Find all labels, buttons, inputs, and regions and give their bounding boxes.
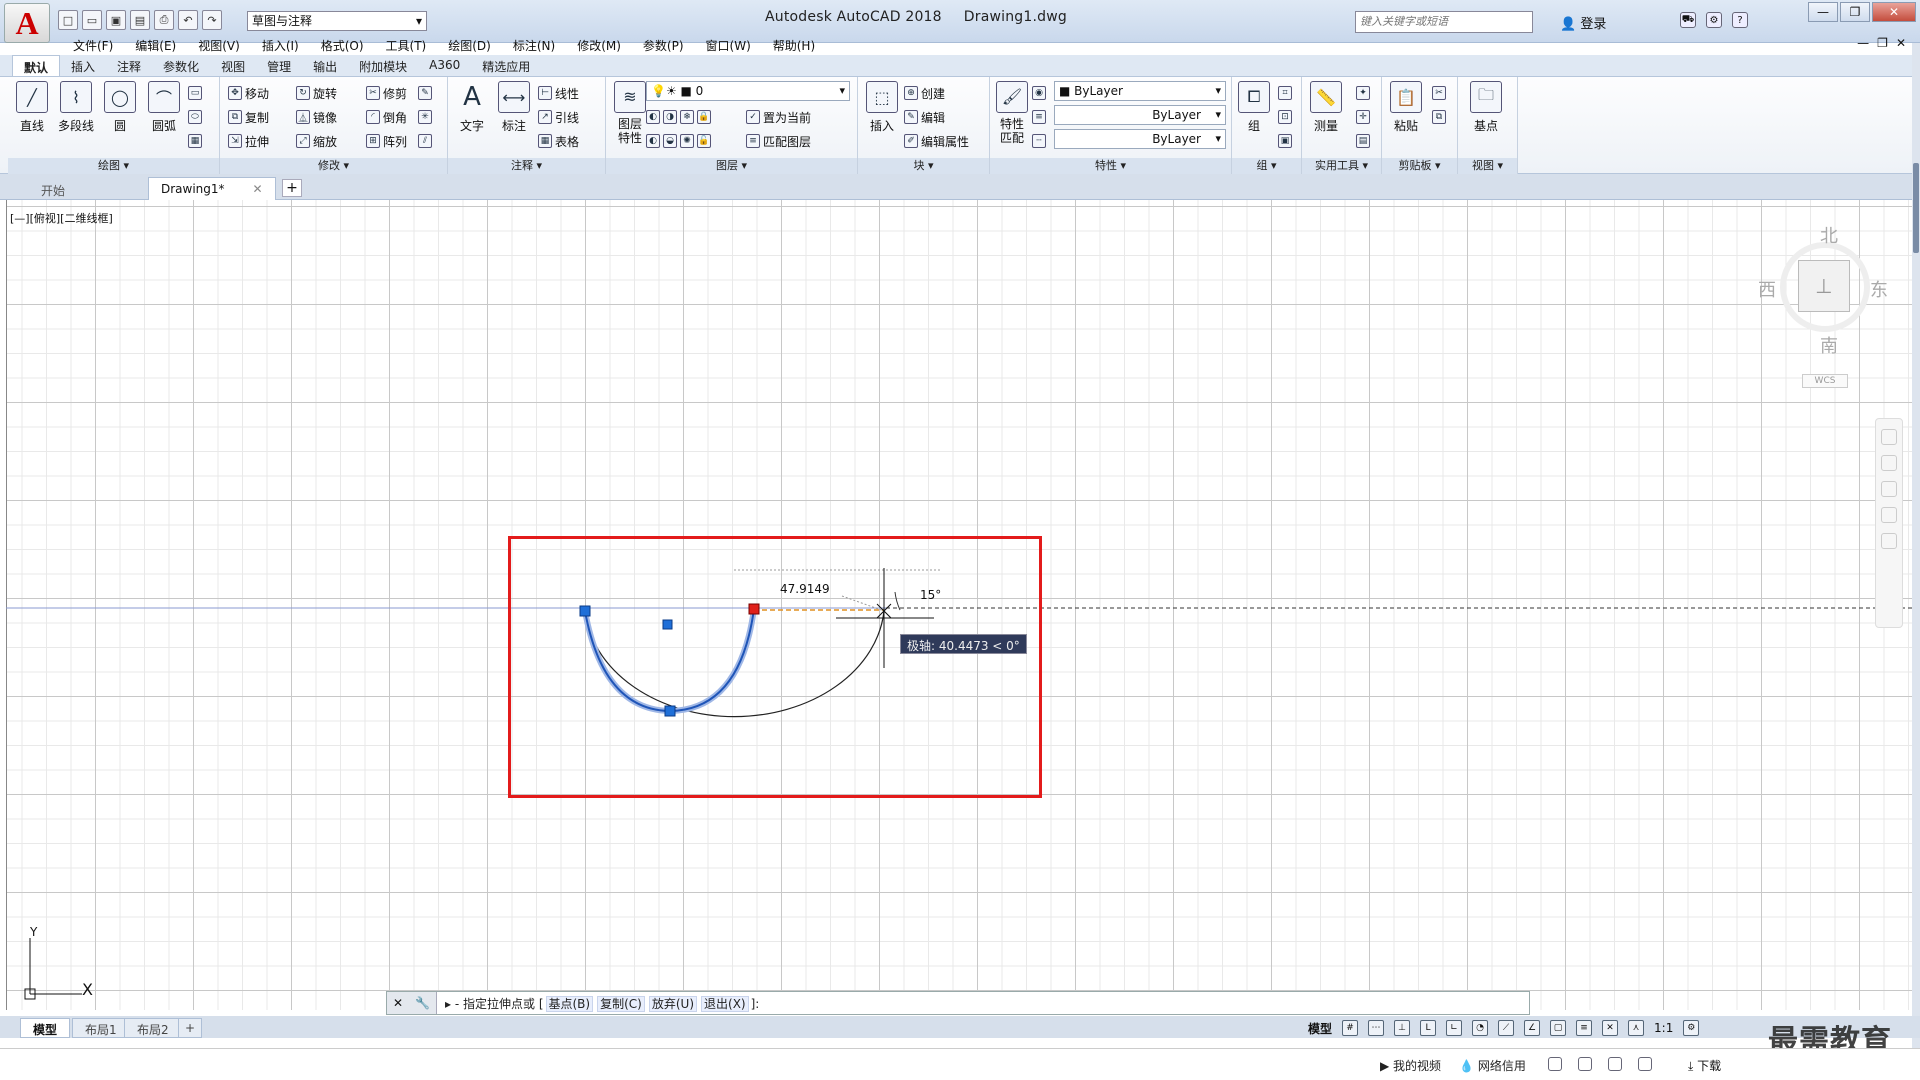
layout-tab-layout2[interactable]: 布局2 (124, 1018, 182, 1038)
polar-tooltip: 极轴: 40.4473 < 0° (900, 634, 1027, 654)
snap-icon[interactable]: ⋯ (1368, 1020, 1385, 1036)
viewcube-south[interactable]: 南 (1820, 332, 1838, 358)
ucs-y-label: Y (30, 925, 38, 939)
image-icon[interactable] (1578, 1057, 1592, 1071)
grid-icon[interactable]: # (1342, 1020, 1359, 1036)
highlight-box (508, 536, 1042, 798)
infer-constraints-icon[interactable]: ⊥ (1394, 1020, 1411, 1036)
viewcube[interactable]: 北 南 东 西 ⊥ WCS (1754, 222, 1904, 392)
taskbar-tray-icons (1548, 1057, 1652, 1071)
pan-icon[interactable] (1881, 455, 1897, 471)
network-credit-label: 网络信用 (1477, 1059, 1526, 1073)
command-line[interactable]: ✕ 🔧 ▸ - 指定拉伸点或 [基点(B) 复制(C) 放弃(U) 退出(X)]: (386, 991, 1530, 1015)
auto-scale-icon[interactable]: ⋏ (1628, 1020, 1645, 1036)
system-taskbar: ▶ 我的视频 💧 网络信用 ⤓ 下载 (0, 1048, 1920, 1080)
command-prompt-text: 指定拉伸点或 (462, 996, 535, 1011)
add-layout-button[interactable]: + (178, 1018, 203, 1038)
command-customize-icon[interactable]: 🔧 (415, 996, 430, 1010)
my-video-link[interactable]: ▶ 我的视频 (1380, 1057, 1441, 1074)
command-prompt: ▸ - 指定拉伸点或 [基点(B) 复制(C) 放弃(U) 退出(X)]: (445, 995, 760, 1012)
dynamic-input-icon[interactable]: L (1420, 1020, 1437, 1036)
isodraft-icon[interactable]: ⟋ (1498, 1020, 1515, 1036)
shield-icon[interactable] (1548, 1057, 1562, 1071)
command-close-icon[interactable]: ✕ (393, 996, 403, 1010)
vertical-scrollbar[interactable] (1912, 43, 1920, 1048)
download-link[interactable]: ⤓ 下载 (1688, 1057, 1721, 1074)
layout-tab-layout1[interactable]: 布局1 (72, 1018, 130, 1038)
object-snap-icon[interactable]: ▢ (1550, 1020, 1567, 1036)
ortho-icon[interactable]: ∟ (1446, 1020, 1463, 1036)
object-snap-tracking-icon[interactable]: ∠ (1524, 1020, 1541, 1036)
status-bar: 模型 # ⋯ ⊥ L ∟ ◔ ⟋ ∠ ▢ ≡ ✕ ⋏ 1:1 ⚙ (1308, 1018, 1700, 1038)
viewcube-north[interactable]: 北 (1820, 222, 1838, 248)
steering-wheel-icon[interactable] (1881, 429, 1897, 445)
taskbar-items: ▶ 我的视频 💧 网络信用 (1380, 1057, 1526, 1074)
navigation-bar (1875, 418, 1903, 628)
annotation-scale[interactable]: 1:1 (1654, 1021, 1673, 1035)
zoom-icon[interactable] (1881, 481, 1897, 497)
download-label: 下载 (1697, 1059, 1722, 1073)
option-exit[interactable]: 退出(X) (701, 995, 749, 1012)
annotation-visibility-icon[interactable]: ✕ (1602, 1020, 1619, 1036)
option-undo[interactable]: 放弃(U) (648, 995, 698, 1012)
showmotion-icon[interactable] (1881, 533, 1897, 549)
option-copy[interactable]: 复制(C) (597, 995, 645, 1012)
tools-icon[interactable] (1638, 1057, 1652, 1071)
network-credit-link[interactable]: 💧 网络信用 (1459, 1057, 1526, 1074)
command-prompt-end: ]: (750, 996, 760, 1011)
autocad-window: A □ ▭ ▣ ▤ ⎙ ↶ ↷ 草图与注释 Autodesk AutoCAD 2… (0, 0, 1920, 1080)
lineweight-status-icon[interactable]: ≡ (1576, 1020, 1593, 1036)
viewcube-east[interactable]: 东 (1870, 276, 1888, 302)
wcs-menu[interactable]: WCS (1802, 374, 1848, 388)
scrollbar-thumb[interactable] (1913, 163, 1919, 253)
dimension-length-text: 47.9149 (780, 582, 830, 596)
polar-icon[interactable]: ◔ (1472, 1020, 1489, 1036)
layout-tab-model[interactable]: 模型 (20, 1018, 71, 1038)
viewcube-face-top[interactable]: ⊥ (1798, 260, 1850, 312)
my-video-label: 我的视频 (1393, 1059, 1442, 1073)
command-line-buttons: ✕ 🔧 (387, 992, 437, 1014)
option-basepoint[interactable]: 基点(B) (545, 995, 594, 1012)
settings-gear-icon[interactable]: ⚙ (1683, 1020, 1700, 1036)
model-space-toggle[interactable]: 模型 (1308, 1020, 1332, 1037)
ucs-x-label: X (82, 980, 93, 999)
dimension-angle-text: 15° (920, 588, 942, 602)
orbit-icon[interactable] (1881, 507, 1897, 523)
viewcube-west[interactable]: 西 (1758, 276, 1776, 302)
browser-icon[interactable] (1608, 1057, 1622, 1071)
